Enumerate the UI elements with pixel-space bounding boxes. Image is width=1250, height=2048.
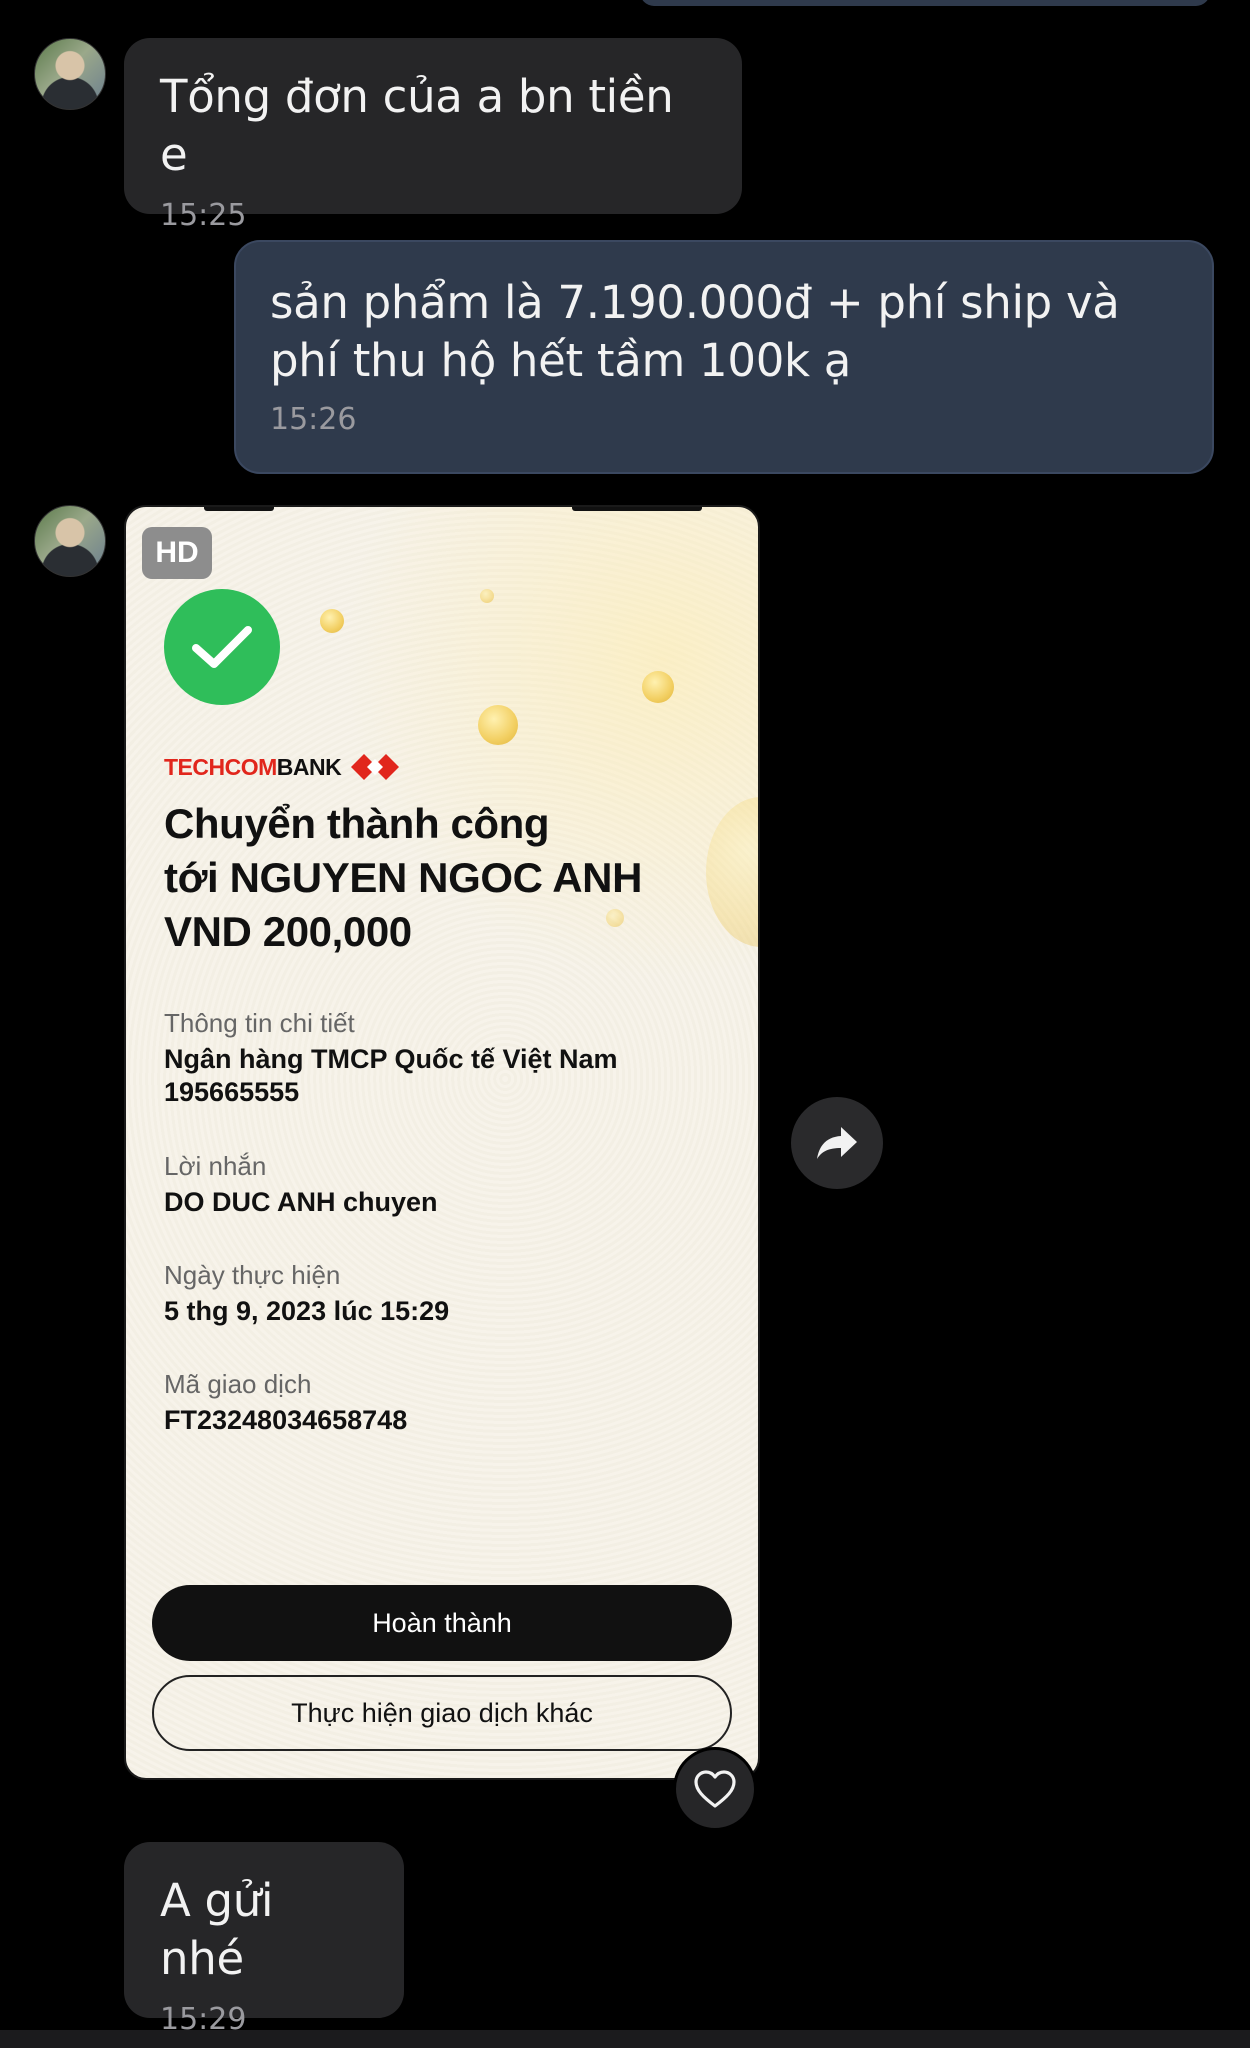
detail-label: Lời nhắn <box>164 1151 267 1181</box>
avatar[interactable] <box>34 38 106 110</box>
new-transaction-button: Thực hiện giao dịch khác <box>152 1675 732 1751</box>
bank-brand: TECHCOMBANK <box>164 750 400 784</box>
screenshot-status-bar <box>126 507 758 517</box>
message-time: 15:26 <box>270 402 357 437</box>
coin-decoration <box>480 589 494 603</box>
status-time <box>204 507 274 511</box>
detail-value: FT23248034658748 <box>164 1405 408 1435</box>
outgoing-message-bubble[interactable]: sản phẩm là 7.190.000đ + phí ship và phí… <box>234 240 1214 474</box>
detail-label: Thông tin chi tiết <box>164 1008 355 1038</box>
coin-decoration <box>642 671 674 703</box>
detail-value: 195665555 <box>164 1077 300 1107</box>
react-button[interactable] <box>673 1747 757 1831</box>
composer-edge <box>0 2030 1250 2048</box>
message-text: Tổng đơn của a bn tiền e <box>160 70 674 181</box>
detail-bank: Thông tin chi tiết Ngân hàng TMCP Quốc t… <box>164 1007 724 1109</box>
avatar[interactable] <box>34 505 106 577</box>
status-icons <box>572 507 702 511</box>
techcombank-logo-icon <box>351 754 400 780</box>
message-text: sản phẩm là 7.190.000đ + phí ship và phí… <box>270 276 1120 387</box>
detail-value: 5 thg 9, 2023 lúc 15:29 <box>164 1296 450 1326</box>
coin-decoration <box>478 705 518 745</box>
detail-value: Ngân hàng TMCP Quốc tế Việt Nam <box>164 1044 618 1074</box>
chat-thread: Tổng đơn của a bn tiền e 15:25 sản phẩm … <box>0 0 1250 2048</box>
share-button[interactable] <box>791 1097 883 1189</box>
detail-value: DO DUC ANH chuyen <box>164 1187 438 1217</box>
message-time: 15:25 <box>160 198 247 233</box>
done-button: Hoàn thành <box>152 1585 732 1661</box>
message-text: A gửi nhé <box>160 1874 274 1985</box>
previous-message-edge <box>640 0 1210 6</box>
image-attachment[interactable]: HD TECHCOMBANK Chuyển thành công tới NGU… <box>124 505 760 1780</box>
detail-transaction-id: Mã giao dịch FT23248034658748 <box>164 1368 724 1437</box>
transfer-title: Chuyển thành công tới NGUYEN NGOC ANH VN… <box>164 800 643 955</box>
heart-icon <box>694 1770 736 1808</box>
detail-label: Mã giao dịch <box>164 1369 312 1399</box>
detail-date: Ngày thực hiện 5 thg 9, 2023 lúc 15:29 <box>164 1259 724 1328</box>
hd-badge: HD <box>142 527 212 579</box>
incoming-message-bubble[interactable]: A gửi nhé 15:29 <box>124 1842 404 2037</box>
checkmark-icon <box>164 589 280 705</box>
bank-name-logo: TECHCOMBANK <box>164 753 342 780</box>
share-arrow-icon <box>817 1127 857 1159</box>
coin-decoration <box>320 609 344 633</box>
incoming-message-bubble[interactable]: Tổng đơn của a bn tiền e 15:25 <box>124 38 742 233</box>
detail-label: Ngày thực hiện <box>164 1260 341 1290</box>
detail-message: Lời nhắn DO DUC ANH chuyen <box>164 1150 724 1219</box>
